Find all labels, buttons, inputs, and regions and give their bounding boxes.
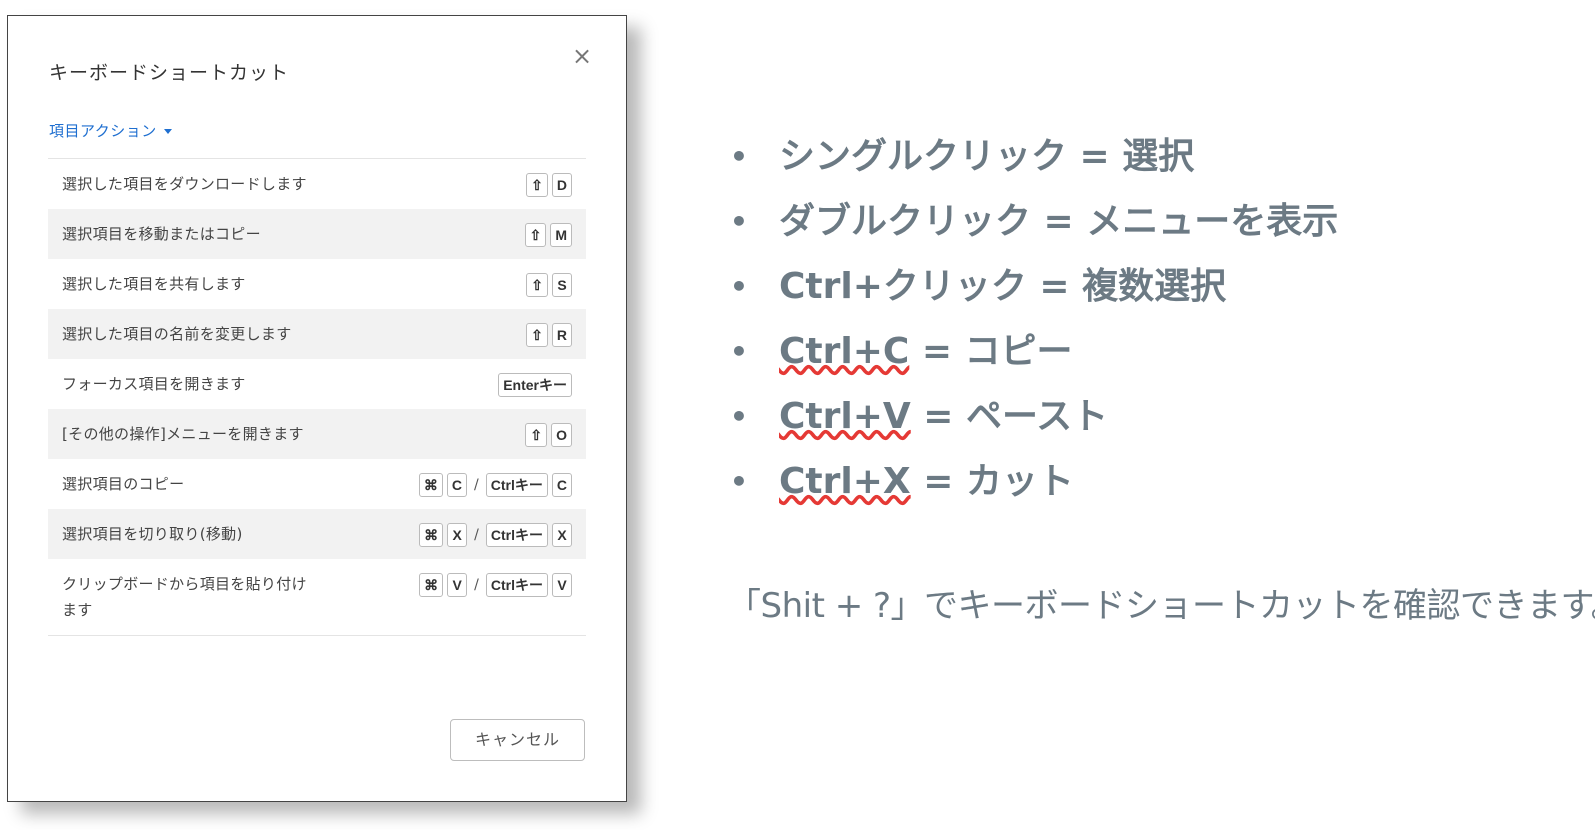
keycap: Enterキー: [498, 373, 572, 397]
command-key-icon: ⌘: [419, 523, 444, 547]
command-key-icon: ⌘: [418, 473, 443, 497]
shortcut-keys: Enterキー: [498, 373, 572, 397]
shortcut-keys: ⇧ S: [526, 273, 572, 297]
bullet-icon: •: [730, 205, 748, 238]
shortcut-keys: ⇧ D: [526, 173, 572, 197]
tip-item: • シングルクリック = 選択: [727, 124, 1338, 189]
bullet-icon: •: [730, 465, 748, 498]
keycap: S: [552, 273, 572, 297]
section-toggle-item-actions[interactable]: 項目アクション: [49, 120, 172, 141]
tip-keyword: Ctrl+V: [779, 396, 911, 437]
tip-item: • ダブルクリック = メニューを表示: [727, 189, 1338, 254]
tip-keyword: Ctrl+クリック: [779, 266, 1027, 307]
shortcut-keys: ⇧ R: [526, 323, 572, 347]
shortcut-row: 選択した項目の名前を変更します ⇧ R: [48, 309, 586, 359]
bullet-icon: •: [730, 140, 748, 173]
key-separator: /: [474, 527, 479, 543]
command-key-icon: ⌘: [419, 573, 444, 597]
shortcut-list: 選択した項目をダウンロードします ⇧ D 選択項目を移動またはコピー ⇧ M 選択した項目を…: [48, 158, 586, 636]
tip-meaning: = 選択: [1067, 136, 1195, 177]
shortcut-keys: ⌘ V / Ctrlキー V: [419, 573, 572, 597]
shift-key-icon: ⇧: [524, 223, 547, 247]
shortcut-description: クリップボードから項目を貼り付けます: [62, 575, 307, 619]
key-separator: /: [474, 577, 479, 593]
keycap: X: [552, 523, 572, 547]
shortcut-row: 選択した項目をダウンロードします ⇧ D: [48, 159, 586, 209]
tip-meaning: = カット: [910, 461, 1074, 502]
shortcut-description: 選択した項目をダウンロードします: [62, 175, 307, 193]
tip-item: • Ctrl+X = カット: [727, 449, 1338, 514]
tip-keyword: Ctrl+X: [779, 461, 911, 502]
shortcut-description: 選択項目のコピー: [62, 475, 185, 493]
shortcut-keys: ⇧ M: [524, 223, 572, 247]
keycap: O: [551, 423, 572, 447]
tip-meaning: = メニューを表示: [1031, 201, 1339, 242]
tip-item: • Ctrl+C = コピー: [727, 319, 1338, 384]
tips-list: • シングルクリック = 選択 • ダブルクリック = メニューを表示 • Ctrl+クリ…: [727, 124, 1338, 514]
tip-keyword: ダブルクリック: [779, 201, 1032, 242]
tip-meaning: = コピー: [909, 331, 1073, 372]
shortcut-description: 選択した項目を共有します: [62, 275, 246, 293]
cancel-button[interactable]: キャンセル: [450, 719, 585, 761]
tip-meaning: = ペースト: [910, 396, 1109, 437]
shortcut-row: [その他の操作]メニューを開きます ⇧ O: [48, 409, 586, 459]
shortcut-row: 選択項目のコピー ⌘ C / Ctrlキー C: [48, 459, 586, 509]
keycap: X: [447, 523, 468, 547]
shortcut-description: 選択項目を移動またはコピー: [62, 225, 261, 243]
shift-key-icon: ⇧: [525, 423, 548, 447]
shift-key-icon: ⇧: [526, 173, 548, 197]
keycap: V: [552, 573, 572, 597]
bullet-icon: •: [730, 270, 748, 303]
shortcut-keys: ⇧ O: [525, 423, 572, 447]
keycap: R: [551, 323, 572, 347]
shortcut-row: 選択項目を切り取り(移動) ⌘ X / Ctrlキー X: [48, 509, 586, 559]
shortcut-keys: ⌘ X / Ctrlキー X: [419, 523, 572, 547]
dialog-title: キーボードショートカット: [49, 62, 290, 84]
shortcut-description: [その他の操作]メニューを開きます: [62, 425, 304, 443]
keycap: V: [447, 573, 468, 597]
keycap: Ctrlキー: [485, 523, 548, 547]
close-button[interactable]: ×: [570, 44, 594, 68]
shortcut-row: 選択した項目を共有します ⇧ S: [48, 259, 586, 309]
tip-meaning: = 複数選択: [1026, 266, 1227, 307]
shortcut-row: フォーカス項目を開きます Enterキー: [48, 359, 586, 409]
keycap: M: [550, 223, 572, 247]
keycap: Ctrlキー: [485, 573, 548, 597]
bullet-icon: •: [730, 335, 748, 368]
keyboard-shortcuts-dialog: キーボードショートカット × 項目アクション 選択した項目をダウンロードします ⇧…: [7, 15, 627, 802]
keycap: Ctrlキー: [485, 473, 548, 497]
shortcut-description: 選択した項目の名前を変更します: [62, 325, 292, 343]
shift-key-icon: ⇧: [526, 323, 548, 347]
keycap: D: [551, 173, 572, 197]
shift-key-icon: ⇧: [526, 273, 548, 297]
tip-note: 「Shit + ?」でキーボードショートカットを確認できます。: [727, 586, 1595, 626]
keycap: C: [551, 473, 572, 497]
caret-down-icon: [163, 129, 172, 134]
key-separator: /: [474, 477, 479, 493]
shortcut-description: 選択項目を切り取り(移動): [62, 525, 243, 543]
tip-keyword: シングルクリック: [779, 136, 1068, 177]
shortcut-row: クリップボードから項目を貼り付けます ⌘ V / Ctrlキー V: [48, 559, 586, 635]
section-label: 項目アクション: [49, 122, 157, 140]
tip-item: • Ctrl+V = ペースト: [727, 384, 1338, 449]
bullet-icon: •: [730, 400, 748, 433]
tip-keyword: Ctrl+C: [779, 331, 910, 372]
shortcut-description: フォーカス項目を開きます: [62, 375, 246, 393]
shortcut-keys: ⌘ C / Ctrlキー C: [418, 473, 572, 497]
keycap: C: [446, 473, 468, 497]
tip-item: • Ctrl+クリック = 複数選択: [727, 254, 1338, 319]
shortcut-row: 選択項目を移動またはコピー ⇧ M: [48, 209, 586, 259]
